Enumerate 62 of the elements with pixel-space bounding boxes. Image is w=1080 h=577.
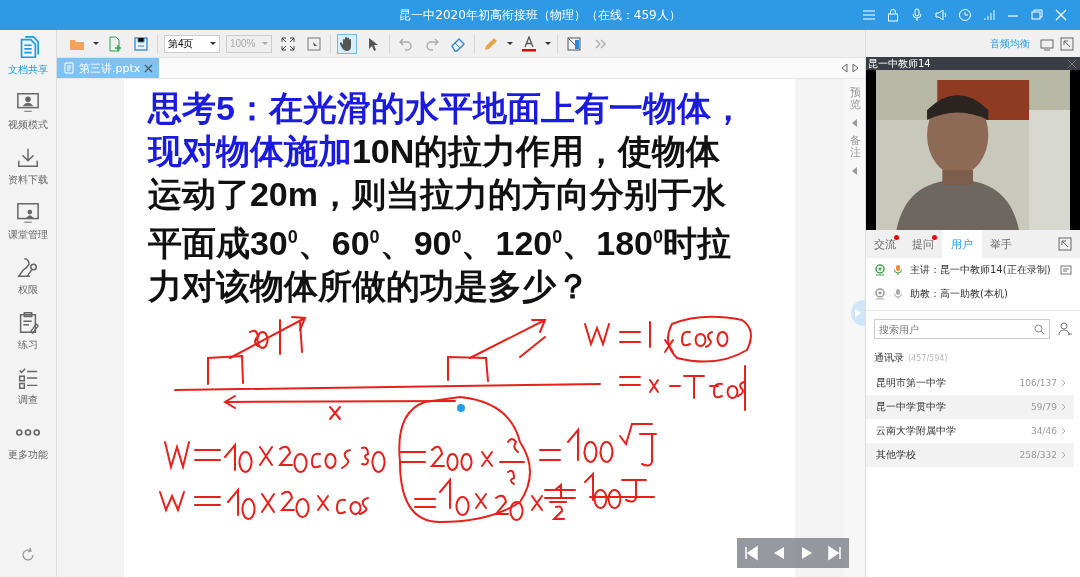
popout-icon[interactable]: [1060, 36, 1074, 51]
clock-icon[interactable]: [958, 8, 972, 22]
school-group-item[interactable]: 昆一中学贯中学 59/79: [866, 395, 1074, 419]
sidebar-item[interactable]: 更多功能: [7, 421, 48, 476]
sidebar-item[interactable]: 课堂管理: [7, 201, 48, 256]
scroll-icon: [62, 62, 75, 74]
contacts-count: (457/594): [908, 354, 948, 363]
signal-icon[interactable]: [982, 8, 996, 22]
speaker-icon[interactable]: [934, 8, 948, 22]
sidebar-item[interactable]: 资料下载: [7, 146, 48, 201]
contacts-title: 通讯录: [874, 351, 904, 365]
window-title: 昆一中2020年初高衔接班（物理）（在线：459人）: [399, 6, 681, 24]
host-label: 主讲：昆一中教师14(正在录制): [910, 263, 1051, 277]
host-label: 助教：高一助教(本机): [910, 287, 1008, 301]
hand-tool-icon[interactable]: [336, 33, 357, 54]
more-icon: [15, 429, 40, 436]
monitor-person-icon: [15, 201, 40, 225]
video-caption: 昆一中教师14: [868, 56, 932, 71]
panel-tab[interactable]: 交流: [866, 230, 904, 258]
previous-icon[interactable]: [841, 63, 848, 73]
chevron-icon: [1061, 427, 1066, 435]
skip-back-icon[interactable]: [743, 545, 759, 561]
sidebar-item[interactable]: 练习: [15, 311, 40, 366]
menu-icon[interactable]: [862, 8, 876, 22]
page-select[interactable]: 第4页: [163, 34, 220, 53]
caret-icon[interactable]: [506, 42, 513, 45]
collapse-icon[interactable]: [852, 167, 858, 176]
caret-icon[interactable]: [209, 42, 216, 45]
user-icon[interactable]: [1058, 322, 1072, 336]
skip-forward-icon[interactable]: [827, 545, 843, 561]
chevron-icon: [1061, 379, 1066, 387]
search-icon[interactable]: [1034, 324, 1045, 335]
monitor-icon[interactable]: [1040, 36, 1054, 51]
microphone-icon[interactable]: [910, 8, 924, 22]
sidebar-item[interactable]: 权限: [15, 256, 40, 311]
person-key-icon: [15, 256, 40, 280]
close-icon[interactable]: [1067, 58, 1077, 69]
question-text: 思考5：在光滑的水平地面上有一物体，现对物体施加10N的拉力作用，使物体运动了20m，则当拉力的方向分别于水平面成30$^{0}$、60$^{0}$、90$^{0}$、120$^{0}$、180$^{0}$时拉力对该物体所做的功是多少？: [147, 88, 746, 308]
lock-icon[interactable]: [886, 8, 900, 22]
school-group-item[interactable]: 云南大学附属中学 34/46: [866, 419, 1074, 443]
sidebar-item[interactable]: 调查: [15, 366, 40, 421]
panel-tab[interactable]: 举手: [982, 230, 1020, 258]
close-icon[interactable]: [144, 63, 154, 73]
popout-icon[interactable]: [1058, 237, 1072, 251]
collapse-icon[interactable]: [852, 119, 858, 128]
caret-icon[interactable]: [544, 42, 551, 45]
sidebar-item[interactable]: 文档共享: [7, 36, 48, 91]
panel-tab[interactable]: 用户: [942, 230, 982, 258]
chevron-icon: [1061, 403, 1066, 411]
caret-icon[interactable]: [92, 42, 99, 45]
message-icon[interactable]: [1060, 264, 1072, 276]
refresh-icon[interactable]: [19, 547, 36, 563]
school-group-item[interactable]: 其他学校 258/332: [866, 443, 1074, 467]
monitor-person-icon: [15, 91, 40, 115]
search-field[interactable]: 搜索用户: [874, 319, 1050, 339]
panel-tab[interactable]: 提问: [904, 230, 942, 258]
download-icon: [15, 146, 40, 170]
sidebar-item[interactable]: 视频模式: [7, 91, 48, 146]
chevron-icon: [1061, 451, 1066, 459]
maximize-icon[interactable]: [1030, 8, 1044, 22]
school-group-item[interactable]: 昆明市第一中学 106/137: [866, 371, 1074, 395]
next-icon[interactable]: [852, 63, 859, 73]
